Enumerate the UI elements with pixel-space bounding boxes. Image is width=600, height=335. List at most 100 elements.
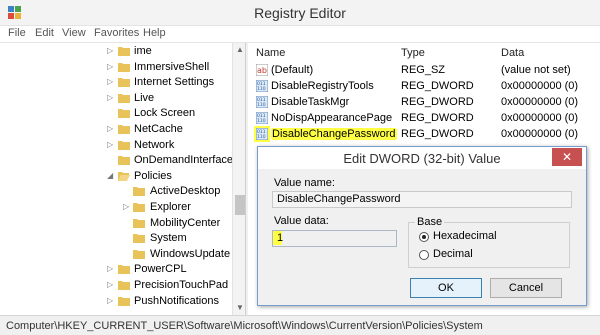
- value-data: (value not set): [501, 64, 571, 76]
- value-row[interactable]: 011 110 DisableTaskMgr REG_DWORD 0x000000…: [248, 94, 600, 110]
- tree-item-live[interactable]: ▷ Live: [0, 91, 232, 106]
- tree-item-precisiontouchpad[interactable]: ▷ PrecisionTouchPad: [0, 278, 232, 293]
- tree-item-ondemandinterfacecache[interactable]: OnDemandInterfaceCa: [0, 153, 245, 168]
- expand-arrow-icon[interactable]: ▷: [107, 280, 115, 290]
- menu-favorites[interactable]: Favorites: [94, 27, 139, 39]
- folder-icon: [118, 47, 130, 56]
- tree-item-label: WindowsUpdate: [150, 248, 231, 260]
- tree-item-label: ime: [134, 45, 152, 57]
- expand-arrow-icon[interactable]: ▷: [107, 46, 115, 56]
- tree-item-windowsupdate[interactable]: WindowsUpdate: [0, 247, 232, 262]
- tree-item-lock-screen[interactable]: Lock Screen: [0, 106, 232, 121]
- expand-arrow-icon[interactable]: ▷: [107, 77, 115, 87]
- open-folder-icon: [118, 172, 130, 181]
- decimal-radio[interactable]: [419, 250, 429, 260]
- svg-text:110: 110: [257, 118, 266, 124]
- string-value-icon: ab: [256, 64, 268, 76]
- tree-item-internet-settings[interactable]: ▷ Internet Settings: [0, 75, 232, 90]
- expand-arrow-icon[interactable]: ▷: [107, 62, 115, 72]
- tree-item-label: Network: [134, 139, 175, 151]
- hexadecimal-radio[interactable]: [419, 232, 429, 242]
- value-name-field[interactable]: DisableChangePassword: [272, 191, 572, 208]
- tree-item-immersiveshell[interactable]: ▷ ImmersiveShell: [0, 60, 232, 75]
- folder-icon: [118, 281, 130, 290]
- menu-view[interactable]: View: [62, 27, 86, 39]
- key-tree[interactable]: ▷ ime ▷ ImmersiveShell ▷ Internet Settin…: [0, 43, 246, 315]
- tree-item-label: ImmersiveShell: [134, 61, 210, 73]
- scroll-up-icon[interactable]: ▲: [233, 43, 245, 57]
- tree-item-label: MobilityCenter: [150, 217, 221, 229]
- scroll-thumb[interactable]: [235, 195, 245, 215]
- value-name: DisableRegistryTools: [271, 80, 374, 92]
- tree-item-label: Policies: [134, 170, 172, 182]
- tree-item-label: Live: [134, 92, 155, 104]
- menu-file[interactable]: File: [8, 27, 26, 39]
- dialog-title-bar: Edit DWORD (32-bit) Value ✕: [258, 147, 586, 169]
- tree-item-label: ActiveDesktop: [150, 185, 221, 197]
- value-type: REG_DWORD: [401, 80, 474, 92]
- value-type: REG_DWORD: [401, 112, 474, 124]
- value-type: REG_DWORD: [401, 96, 474, 108]
- tree-scrollbar[interactable]: ▲ ▼: [232, 43, 245, 315]
- tree-item-policies[interactable]: ◢ Policies: [0, 169, 232, 184]
- cancel-button[interactable]: Cancel: [490, 278, 562, 298]
- folder-icon: [118, 297, 130, 306]
- tree-item-label: PowerCPL: [134, 263, 187, 275]
- value-data-field[interactable]: 1: [272, 230, 397, 247]
- collapse-arrow-icon[interactable]: ◢: [107, 171, 115, 181]
- hexadecimal-label: Hexadecimal: [433, 230, 497, 242]
- folder-icon: [118, 109, 130, 118]
- folder-icon: [133, 187, 145, 196]
- value-row[interactable]: 011 110 DisableRegistryTools REG_DWORD 0x…: [248, 78, 600, 94]
- tree-item-label: Lock Screen: [134, 107, 196, 119]
- value-row[interactable]: 011 110 NoDispAppearancePage REG_DWORD 0x…: [248, 110, 600, 126]
- menu-edit[interactable]: Edit: [35, 27, 54, 39]
- tree-item-pushnotifications[interactable]: ▷ PushNotifications: [0, 294, 232, 309]
- column-header-type[interactable]: Type: [401, 47, 425, 59]
- tree-item-network[interactable]: ▷ Network: [0, 138, 232, 153]
- svg-text:110: 110: [257, 102, 266, 108]
- value-row[interactable]: ab (Default) REG_SZ (value not set): [248, 62, 600, 78]
- value-name: NoDispAppearancePage: [271, 112, 393, 124]
- expand-arrow-icon[interactable]: ▷: [107, 296, 115, 306]
- tree-item-label: Internet Settings: [134, 76, 215, 88]
- expand-arrow-icon[interactable]: ▷: [107, 140, 115, 150]
- dialog-title: Edit DWORD (32-bit) Value: [343, 151, 501, 166]
- expand-arrow-icon[interactable]: ▷: [107, 124, 115, 134]
- tree-item-system[interactable]: System: [0, 231, 232, 246]
- folder-icon: [118, 63, 130, 72]
- tree-item-activedesktop[interactable]: ActiveDesktop: [0, 184, 232, 199]
- menu-bar: File Edit View Favorites Help: [0, 26, 600, 43]
- tree-item-netcache[interactable]: ▷ NetCache: [0, 122, 232, 137]
- tree-item-mobilitycenter[interactable]: MobilityCenter: [0, 216, 232, 231]
- svg-text:110: 110: [257, 134, 266, 140]
- column-header-data[interactable]: Data: [501, 47, 524, 59]
- value-name: (Default): [271, 64, 314, 76]
- tree-item-label: Explorer: [150, 201, 191, 213]
- expand-arrow-icon[interactable]: ▷: [107, 264, 115, 274]
- value-data-label: Value data:: [274, 215, 329, 227]
- value-name-label: Value name:: [274, 177, 335, 189]
- value-data: 0x00000000 (0): [501, 80, 579, 92]
- expand-arrow-icon[interactable]: ▷: [123, 202, 131, 212]
- dword-value-icon: 011110: [256, 96, 268, 108]
- folder-icon: [118, 156, 130, 165]
- scroll-down-icon[interactable]: ▼: [233, 301, 245, 315]
- folder-icon: [118, 125, 130, 134]
- expand-arrow-icon[interactable]: ▷: [107, 93, 115, 103]
- folder-icon: [118, 141, 130, 150]
- close-icon[interactable]: ✕: [552, 148, 582, 166]
- tree-item-ime[interactable]: ▷ ime: [0, 44, 232, 59]
- menu-help[interactable]: Help: [143, 27, 166, 39]
- tree-item-label: PrecisionTouchPad: [134, 279, 229, 291]
- tree-item-label: OnDemandInterfaceCa: [134, 154, 246, 166]
- dword-value-icon: 011110: [256, 112, 268, 124]
- tree-item-explorer[interactable]: ▷ Explorer: [0, 200, 232, 215]
- tree-item-powercpl[interactable]: ▷ PowerCPL: [0, 262, 232, 277]
- folder-icon: [118, 265, 130, 274]
- value-row-selected[interactable]: 011 110 DisableChangePassword REG_DWORD 0…: [248, 126, 600, 142]
- column-header-name[interactable]: Name: [256, 47, 285, 59]
- folder-icon: [133, 203, 145, 212]
- ok-button[interactable]: OK: [410, 278, 482, 298]
- base-group: Base Hexadecimal Decimal: [408, 216, 570, 268]
